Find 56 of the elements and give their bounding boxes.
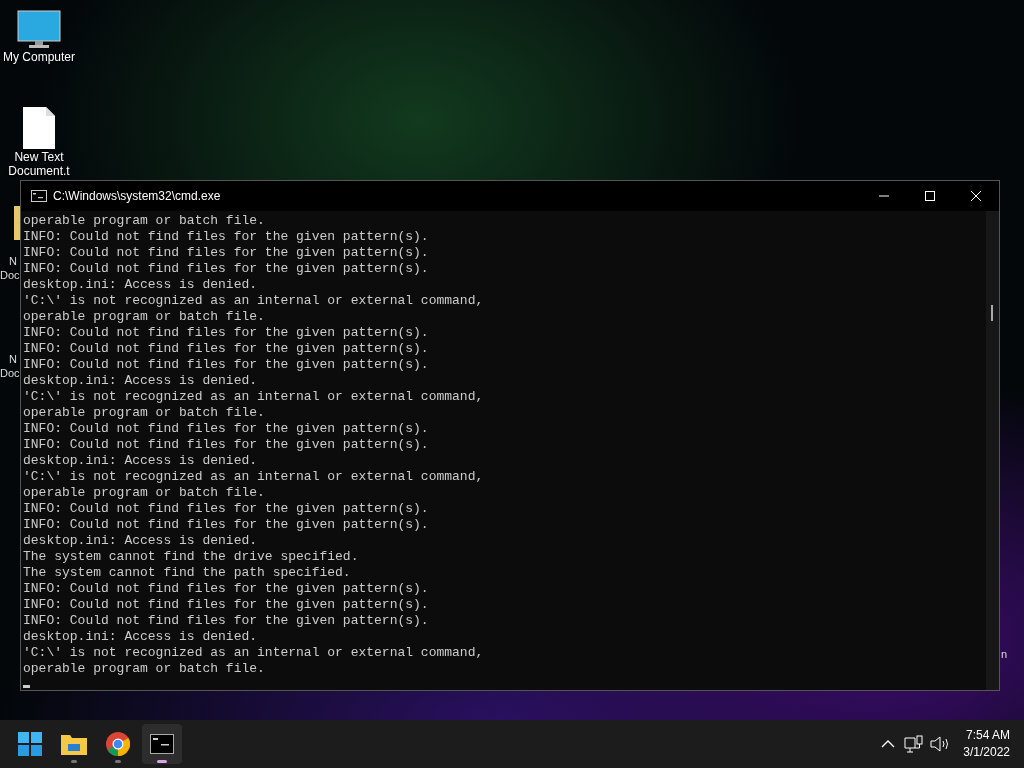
console-line: 'C:\' is not recognized as an internal or external command,	[23, 469, 485, 485]
console-line: desktop.ini: Access is denied.	[23, 453, 259, 469]
maximize-icon	[925, 191, 935, 201]
console-line: INFO: Could not find files for the given pattern(s).	[23, 501, 430, 517]
folder-icon	[61, 733, 87, 755]
console-line: The system cannot find the drive specified.	[23, 549, 360, 565]
console-line: operable program or batch file.	[23, 213, 266, 229]
network-icon	[904, 735, 925, 753]
console-line: INFO: Could not find files for the given pattern(s).	[23, 437, 430, 453]
terminal-icon	[31, 190, 47, 202]
browser-icon	[106, 732, 130, 756]
console-line: INFO: Could not find files for the given pattern(s).	[23, 597, 430, 613]
terminal-button[interactable]	[142, 724, 182, 764]
icon-label[interactable]: Doc	[0, 367, 20, 380]
console-line: INFO: Could not find files for the given pattern(s).	[23, 325, 430, 341]
volume-icon	[930, 736, 951, 752]
console-line: INFO: Could not find files for the given pattern(s).	[23, 261, 430, 277]
chevron-icon	[881, 740, 896, 748]
console-line: operable program or batch file.	[23, 485, 266, 501]
console-line: INFO: Could not find files for the given pattern(s).	[23, 341, 430, 357]
console-line: INFO: Could not find files for the given pattern(s).	[23, 581, 430, 597]
icon-label[interactable]: My Computer	[3, 50, 75, 64]
console-line: INFO: Could not find files for the given pattern(s).	[23, 229, 430, 245]
console-line: The system cannot find the path specified.	[23, 565, 352, 581]
icon-label[interactable]: N	[9, 255, 17, 268]
folder-icon	[14, 206, 20, 240]
icon-label[interactable]: New Text	[14, 150, 64, 164]
console-line: desktop.ini: Access is denied.	[23, 629, 259, 645]
console-line: desktop.ini: Access is denied.	[23, 277, 259, 293]
clock[interactable]: 7:54 AM 3/1/2022	[953, 727, 1024, 761]
console-line: desktop.ini: Access is denied.	[23, 373, 259, 389]
text-cursor	[23, 685, 30, 688]
console-line: INFO: Could not find files for the given pattern(s).	[23, 613, 430, 629]
console-line: 'C:\' is not recognized as an internal or external command,	[23, 389, 485, 405]
console-line: operable program or batch file.	[23, 405, 266, 421]
scrollbar[interactable]	[986, 211, 999, 690]
console-line: 'C:\' is not recognized as an internal or external command,	[23, 293, 485, 309]
start-icon	[18, 732, 42, 756]
console-line: 'C:\' is not recognized as an internal or external command,	[23, 645, 485, 661]
console-line: desktop.ini: Access is denied.	[23, 533, 259, 549]
console-line: INFO: Could not find files for the given pattern(s).	[23, 517, 430, 533]
document-icon	[21, 106, 57, 150]
window-title: C:\Windows\system32\cmd.exe	[53, 188, 222, 205]
monitor-icon	[17, 10, 61, 50]
icon-label[interactable]: Document.t	[8, 164, 70, 178]
icon-label[interactable]: Doc	[0, 269, 20, 282]
icon-label[interactable]: n	[1001, 648, 1008, 661]
console-line: operable program or batch file.	[23, 309, 266, 325]
icon-label[interactable]: N	[9, 353, 17, 366]
console-line: INFO: Could not find files for the given pattern(s).	[23, 245, 430, 261]
console-line: INFO: Could not find files for the given pattern(s).	[23, 421, 430, 437]
console-line: INFO: Could not find files for the given pattern(s).	[23, 357, 430, 373]
scrollbar-thumb[interactable]	[991, 305, 993, 321]
console-line: operable program or batch file.	[23, 661, 266, 677]
close-icon	[971, 191, 981, 201]
terminal-icon	[150, 734, 174, 754]
